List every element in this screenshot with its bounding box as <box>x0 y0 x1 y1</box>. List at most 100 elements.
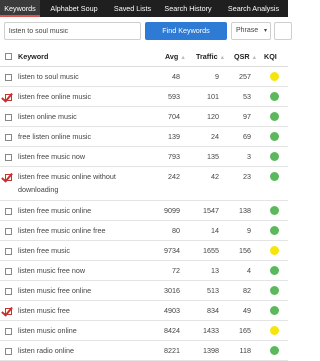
row-checkbox[interactable] <box>5 114 12 121</box>
tab-keywords[interactable]: Keywords <box>0 0 40 17</box>
row-checkbox[interactable] <box>5 208 12 215</box>
avg-cell: 48 <box>172 72 180 81</box>
row-checkbox[interactable] <box>5 288 12 295</box>
keyword-cell[interactable]: listen free online music <box>18 92 91 101</box>
qsr-cell: 49 <box>243 306 251 315</box>
qsr-cell: 165 <box>239 326 251 335</box>
keyword-text: listen to soul music <box>18 72 79 81</box>
kqi-indicator-icon <box>270 152 279 161</box>
table-row[interactable]: listen music free now 72 13 4 <box>0 261 288 281</box>
keyword-column-header[interactable]: Keyword <box>18 52 48 61</box>
tab-label: Keywords <box>4 4 36 13</box>
qsr-cell: 9 <box>247 226 251 235</box>
keyword-cell[interactable]: listen music free <box>18 306 70 315</box>
avg-cell: 80 <box>172 226 180 235</box>
tab-search-history[interactable]: Search History <box>157 0 219 17</box>
table-row[interactable]: listen music free 4903 834 49 <box>0 301 288 321</box>
keyword-cell[interactable]: listen radio online <box>18 346 74 355</box>
select-all-checkbox[interactable] <box>5 53 12 60</box>
row-checkbox[interactable] <box>5 228 12 235</box>
row-checkbox[interactable] <box>5 328 12 335</box>
qsr-column-header[interactable]: QSR ▲ <box>234 52 257 61</box>
tab-label: Search History <box>164 4 212 13</box>
kqi-indicator-icon <box>270 226 279 235</box>
keyword-cell[interactable]: listen free music online without download… <box>18 172 116 194</box>
avg-cell: 242 <box>168 172 180 181</box>
keyword-cell[interactable]: listen free music online <box>18 206 91 215</box>
qsr-cell: 257 <box>239 72 251 81</box>
row-checkbox[interactable] <box>5 134 12 141</box>
keyword-cell[interactable]: listen to soul music <box>18 72 79 81</box>
kqi-indicator-icon <box>270 206 279 215</box>
avg-cell: 9099 <box>164 206 180 215</box>
row-checkbox-checked[interactable] <box>5 174 12 181</box>
tab-alphabet-soup[interactable]: Alphabet Soup <box>40 0 108 17</box>
keyword-cell[interactable]: listen free music <box>18 246 70 255</box>
traffic-cell: 1655 <box>203 246 219 255</box>
keyword-text: listen music online <box>18 326 77 335</box>
row-checkbox-checked[interactable] <box>5 94 12 101</box>
kqi-indicator-icon <box>270 306 279 315</box>
table-row[interactable]: listen free music online 9099 1547 138 <box>0 201 288 221</box>
row-checkbox[interactable] <box>5 268 12 275</box>
keyword-text: listen free music online free <box>18 226 106 235</box>
table-row[interactable]: listen free music online free 80 14 9 <box>0 221 288 241</box>
kqi-indicator-icon <box>270 92 279 101</box>
sort-icon: ▲ <box>251 55 258 61</box>
table-row[interactable]: listen free music now 793 135 3 <box>0 147 288 167</box>
keyword-cell[interactable]: listen music free now <box>18 266 85 275</box>
qsr-cell: 23 <box>243 172 251 181</box>
table-row[interactable]: listen radio online 8221 1398 118 <box>0 341 288 361</box>
table-row[interactable]: listen to soul music 48 9 257 <box>0 67 288 87</box>
table-row[interactable]: listen online music 704 120 97 <box>0 107 288 127</box>
avg-cell: 704 <box>168 112 180 121</box>
keyword-cell[interactable]: listen music online <box>18 326 77 335</box>
row-checkbox[interactable] <box>5 74 12 81</box>
qsr-cell: 53 <box>243 92 251 101</box>
keyword-cell[interactable]: listen free music now <box>18 152 85 161</box>
table-row[interactable]: listen free online music 593 101 53 <box>0 87 288 107</box>
keyword-text: listen free music <box>18 246 70 255</box>
row-checkbox[interactable] <box>5 348 12 355</box>
keyword-cell[interactable]: free listen online music <box>18 132 91 141</box>
keyword-cell[interactable]: listen online music <box>18 112 77 121</box>
keyword-search-input[interactable] <box>4 22 141 40</box>
sort-icon: ▲ <box>180 55 186 61</box>
chevron-down-icon: ▾ <box>263 28 267 34</box>
table-row[interactable]: listen free music online without download… <box>0 167 288 201</box>
qsr-cell: 156 <box>239 246 251 255</box>
keyword-cell[interactable]: listen free music online free <box>18 226 106 235</box>
tab-saved-lists[interactable]: Saved Lists <box>108 0 157 17</box>
avg-cell: 9734 <box>164 246 180 255</box>
match-type-value: Phrase <box>236 27 259 34</box>
traffic-column-header[interactable]: Traffic ▲ <box>196 52 225 61</box>
traffic-cell: 24 <box>211 132 219 141</box>
row-checkbox[interactable] <box>5 248 12 255</box>
table-row[interactable]: listen music online 8424 1433 165 <box>0 321 288 341</box>
qsr-cell: 82 <box>243 286 251 295</box>
keyword-text: listen music free online <box>18 286 92 295</box>
avg-cell: 8221 <box>164 346 180 355</box>
avg-cell: 3016 <box>164 286 180 295</box>
keyword-text: listen free music online <box>18 206 92 215</box>
tab-search-analysis[interactable]: Search Analysis <box>219 0 288 17</box>
avg-cell: 139 <box>168 132 180 141</box>
avg-column-header[interactable]: Avg ▲ <box>165 52 186 61</box>
table-row[interactable]: listen free music 9734 1655 156 <box>0 241 288 261</box>
avg-cell: 4903 <box>164 306 180 315</box>
match-type-select[interactable]: Phrase ▾ <box>231 22 271 40</box>
find-keywords-button[interactable]: Find Keywords <box>145 22 227 40</box>
qsr-cell: 3 <box>247 152 251 161</box>
row-checkbox-checked[interactable] <box>5 308 12 315</box>
more-options-button[interactable] <box>274 22 292 40</box>
kqi-indicator-icon <box>270 286 279 295</box>
kqi-indicator-icon <box>270 132 279 141</box>
kqi-column-header[interactable]: KQI <box>264 52 277 61</box>
table-row[interactable]: listen music free online 3016 513 82 <box>0 281 288 301</box>
traffic-cell: 42 <box>211 172 219 181</box>
kqi-indicator-icon <box>270 72 279 81</box>
table-row[interactable]: free listen online music 139 24 69 <box>0 127 288 147</box>
keyword-cell[interactable]: listen music free online <box>18 286 91 295</box>
row-checkbox[interactable] <box>5 154 12 161</box>
avg-cell: 793 <box>168 152 180 161</box>
